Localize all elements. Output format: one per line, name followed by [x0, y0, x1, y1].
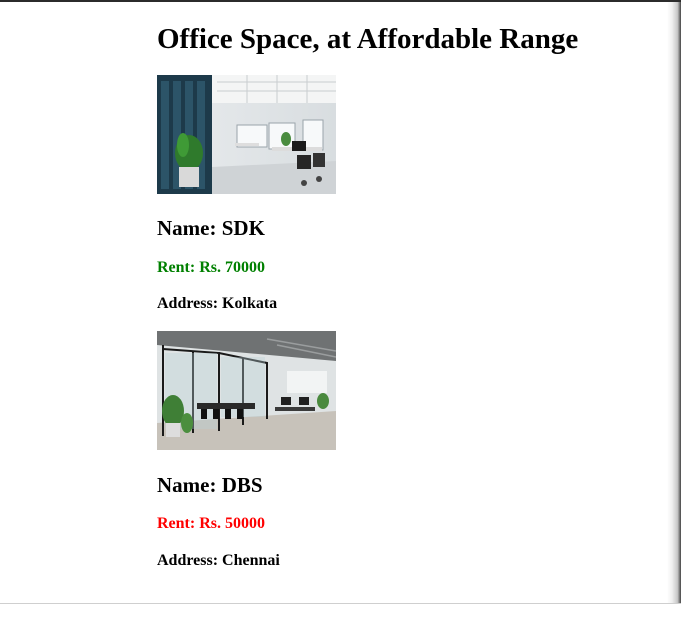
office-interior-photo-icon	[157, 75, 336, 194]
office-address: Address: Chennai	[157, 552, 280, 569]
office-rent: Rent: Rs. 70000	[157, 259, 265, 276]
office-rent: Rent: Rs. 50000	[157, 515, 265, 532]
office-name: Name: DBS	[157, 473, 263, 497]
window-top-border	[0, 0, 681, 2]
page-title: Office Space, at Affordable Range	[157, 23, 579, 55]
viewport-bottom-border	[0, 603, 681, 604]
glass-meeting-room-photo-icon	[157, 331, 336, 450]
office-photo-sdk	[157, 75, 336, 194]
window-right-shadow	[667, 2, 681, 603]
office-name: Name: SDK	[157, 216, 265, 240]
office-address: Address: Kolkata	[157, 295, 278, 312]
office-photo-dbs	[157, 331, 336, 450]
